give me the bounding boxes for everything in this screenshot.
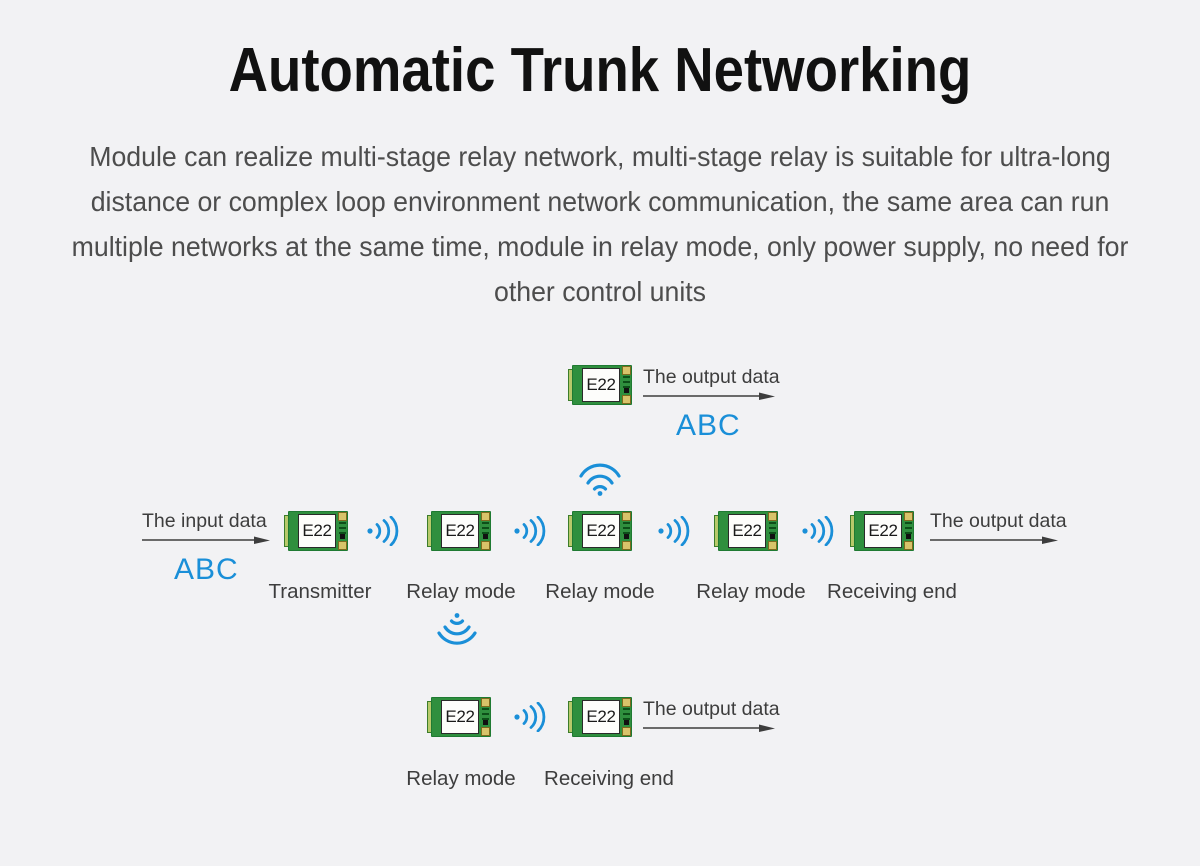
chip-icon: [906, 534, 911, 539]
module-label: E22: [728, 514, 766, 548]
pin-icon: [623, 381, 630, 383]
bottom-branch-arrow-icon: [643, 724, 775, 732]
solder-pad-bottom-icon: [622, 395, 631, 404]
bottom-node-label-receiving-end: Receiving end: [544, 767, 674, 790]
chip-icon: [770, 534, 775, 539]
pcb-board: E22: [718, 511, 778, 551]
pin-icon: [339, 527, 346, 529]
main-output-arrow-icon: [930, 536, 1058, 544]
pin-icon: [623, 376, 630, 378]
top-branch-arrow-icon: [643, 392, 775, 400]
node-label-relay-3: Relay mode: [696, 580, 806, 603]
chip-icon: [483, 534, 488, 539]
pcb-board: E22: [572, 511, 632, 551]
signal-waves-icon-2: [514, 516, 546, 546]
main-output-label: The output data: [930, 510, 1067, 532]
bottom-node-label-relay: Relay mode: [406, 767, 516, 790]
chip-icon: [624, 388, 629, 393]
solder-pad-top-icon: [904, 512, 913, 521]
node-label-relay-1: Relay mode: [406, 580, 516, 603]
module-e22-node-2: E22: [427, 511, 491, 551]
module-e22-bottom-1: E22: [427, 697, 491, 737]
solder-pad-top-icon: [622, 366, 631, 375]
main-input-label: The input data: [142, 510, 267, 532]
pin-icon: [339, 522, 346, 524]
pin-icon: [905, 527, 912, 529]
module-e22-node-3: E22: [568, 511, 632, 551]
solder-pad-top-icon: [338, 512, 347, 521]
top-branch-payload: ABC: [676, 409, 741, 442]
node-label-receiving-end: Receiving end: [827, 580, 957, 603]
module-label: E22: [441, 514, 479, 548]
module-label: E22: [298, 514, 336, 548]
pcb-board: E22: [572, 365, 632, 405]
solder-pad-bottom-icon: [338, 541, 347, 550]
pin-icon: [769, 522, 776, 524]
pin-icon: [482, 713, 489, 715]
wifi-up-icon: [579, 463, 621, 496]
module-e22-node-5: E22: [850, 511, 914, 551]
solder-pad-top-icon: [768, 512, 777, 521]
signal-waves-icon-4: [802, 516, 834, 546]
solder-pad-top-icon: [622, 512, 631, 521]
module-label: E22: [582, 368, 620, 402]
pin-icon: [482, 522, 489, 524]
pin-icon: [623, 713, 630, 715]
module-label: E22: [582, 514, 620, 548]
top-branch-output-label: The output data: [643, 366, 780, 388]
pin-icon: [482, 527, 489, 529]
page-title: Automatic Trunk Networking: [228, 36, 972, 105]
chip-icon: [483, 720, 488, 725]
solder-pad-bottom-icon: [481, 727, 490, 736]
pin-icon: [482, 708, 489, 710]
chip-icon: [624, 720, 629, 725]
node-label-relay-2: Relay mode: [545, 580, 655, 603]
solder-pad-bottom-icon: [904, 541, 913, 550]
page-description: Module can realize multi-stage relay net…: [71, 141, 1129, 307]
signal-waves-icon-3: [658, 516, 690, 546]
solder-pad-bottom-icon: [622, 727, 631, 736]
pin-icon: [623, 708, 630, 710]
module-e22-top-branch: E22: [568, 365, 632, 405]
pcb-board: E22: [572, 697, 632, 737]
solder-pad-top-icon: [622, 698, 631, 707]
solder-pad-bottom-icon: [622, 541, 631, 550]
signal-waves-icon-1: [367, 516, 399, 546]
pin-icon: [769, 527, 776, 529]
solder-pad-top-icon: [481, 512, 490, 521]
solder-pad-top-icon: [481, 698, 490, 707]
signal-waves-icon-bottom: [514, 702, 546, 732]
pin-icon: [623, 522, 630, 524]
pin-icon: [623, 527, 630, 529]
module-e22-node-1: E22: [284, 511, 348, 551]
pcb-board: E22: [288, 511, 348, 551]
solder-pad-bottom-icon: [481, 541, 490, 550]
pin-icon: [905, 522, 912, 524]
solder-pad-bottom-icon: [768, 541, 777, 550]
module-label: E22: [864, 514, 902, 548]
pcb-board: E22: [854, 511, 914, 551]
main-input-payload: ABC: [174, 553, 239, 586]
wifi-down-icon: [437, 613, 477, 645]
node-label-transmitter: Transmitter: [268, 580, 372, 603]
pcb-board: E22: [431, 511, 491, 551]
chip-icon: [340, 534, 345, 539]
module-e22-node-4: E22: [714, 511, 778, 551]
main-input-arrow-icon: [142, 536, 270, 544]
module-label: E22: [582, 700, 620, 734]
chip-icon: [624, 534, 629, 539]
pcb-board: E22: [431, 697, 491, 737]
page-root: Automatic Trunk Networking Module can re…: [0, 0, 1200, 866]
bottom-branch-output-label: The output data: [643, 698, 780, 720]
module-label: E22: [441, 700, 479, 734]
module-e22-bottom-2: E22: [568, 697, 632, 737]
